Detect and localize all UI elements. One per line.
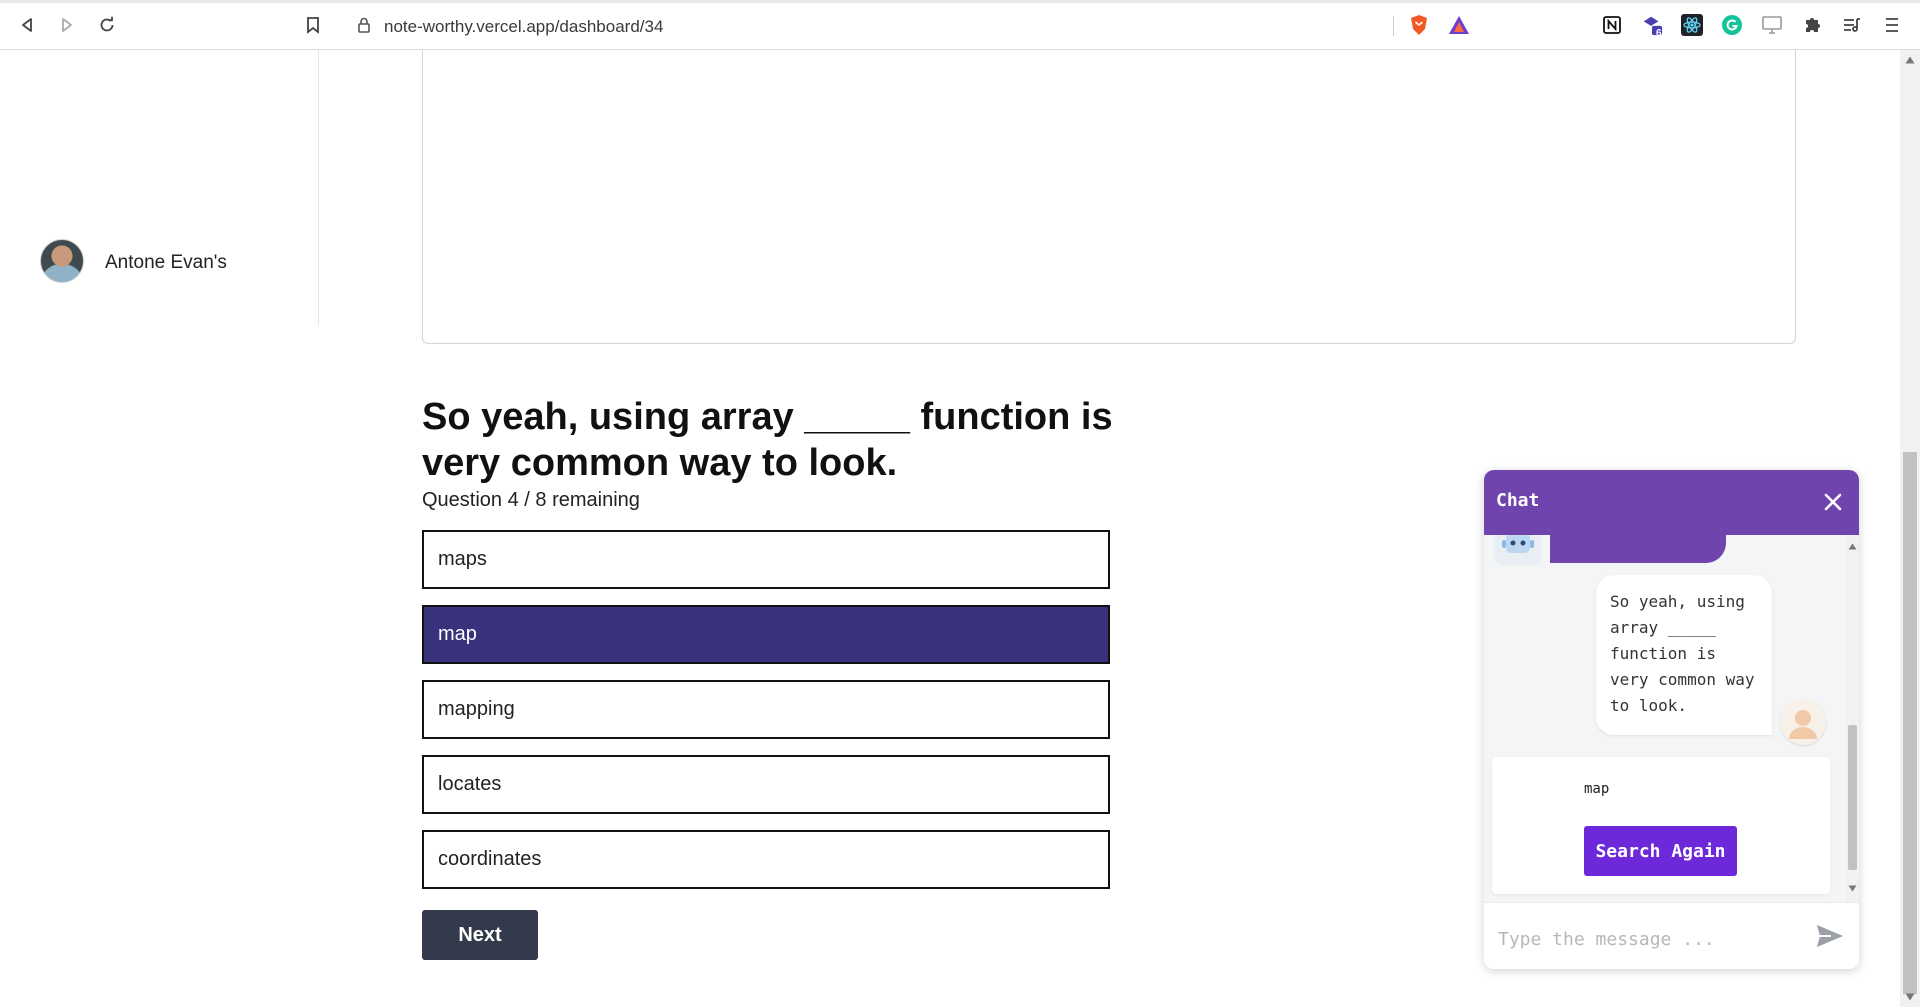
send-icon[interactable] [1815,923,1845,949]
chat-scroll-thumb[interactable] [1848,725,1857,870]
answer-option-maps[interactable]: maps [422,530,1110,589]
scroll-up-icon[interactable] [1848,543,1857,550]
question-progress: Question 4 / 8 remaining [422,489,640,511]
react-devtools-icon[interactable] [1681,14,1703,36]
answer-option-mapping[interactable]: mapping [422,680,1110,739]
option-label: coordinates [438,848,542,870]
reading-list-icon[interactable] [1841,14,1863,36]
url-text[interactable]: note-worthy.vercel.app/dashboard/34 [384,17,663,37]
user-name[interactable]: Antone Evan's [105,252,227,274]
answer-card: map Search Again [1492,757,1830,894]
url-divider [1393,16,1394,36]
menu-icon[interactable] [1881,14,1903,36]
option-label: maps [438,548,487,570]
page-scroll-down-icon[interactable] [1905,993,1915,1001]
extension-badge-icon[interactable]: 6 [1641,14,1663,39]
next-button[interactable]: Next [422,910,538,960]
brave-rewards-icon[interactable] [1448,14,1470,36]
tab-strip [0,0,1920,3]
notion-icon[interactable] [1601,14,1623,36]
puzzle-icon[interactable] [1801,14,1823,36]
avatar[interactable] [40,239,84,283]
close-icon[interactable] [1821,490,1845,514]
browser-toolbar: note-worthy.vercel.app/dashboard/34 6 [0,0,1920,50]
back-icon[interactable] [16,14,38,36]
chat-widget: Chat So yeah, using array _____ function… [1484,470,1859,969]
chat-title: Chat [1496,490,1540,511]
bookmark-icon[interactable] [302,14,324,36]
chat-input-row [1484,902,1859,969]
lock-icon [358,17,370,38]
brave-shield-icon[interactable] [1408,14,1430,36]
screen-icon[interactable] [1761,14,1783,36]
scroll-down-icon[interactable] [1848,885,1857,892]
address-bar[interactable]: note-worthy.vercel.app/dashboard/34 [344,8,1484,42]
option-label: locates [438,773,502,795]
page-scroll-thumb[interactable] [1903,452,1917,994]
option-label: mapping [438,698,515,720]
user-avatar-icon [1780,699,1826,745]
chat-message-input[interactable] [1496,923,1800,955]
note-editor-box[interactable] [422,50,1796,344]
chat-messages[interactable]: So yeah, using array _____ function is v… [1484,535,1846,902]
chat-scrollbar[interactable] [1846,535,1859,902]
search-again-button[interactable]: Search Again [1584,826,1737,876]
page-scrollbar[interactable] [1900,50,1920,1007]
bot-avatar-icon [1494,535,1542,565]
user-message-bubble: So yeah, using array _____ function is v… [1596,575,1772,735]
answer-option-coordinates[interactable]: coordinates [422,830,1110,889]
reload-icon[interactable] [96,14,118,36]
chat-header: Chat [1484,470,1859,535]
answer-option-locates[interactable]: locates [422,755,1110,814]
option-label: map [438,623,477,645]
answer-text: map [1584,781,1610,797]
bot-message-bubble [1550,535,1726,563]
grammarly-icon[interactable] [1721,14,1743,36]
question-text: So yeah, using array _____ function is v… [422,396,1113,484]
answer-option-map[interactable]: map [422,605,1110,664]
extension-badge-count: 6 [1656,28,1662,39]
sidebar-divider [318,50,319,325]
forward-icon[interactable] [56,14,78,36]
page-scroll-up-icon[interactable] [1905,56,1915,64]
